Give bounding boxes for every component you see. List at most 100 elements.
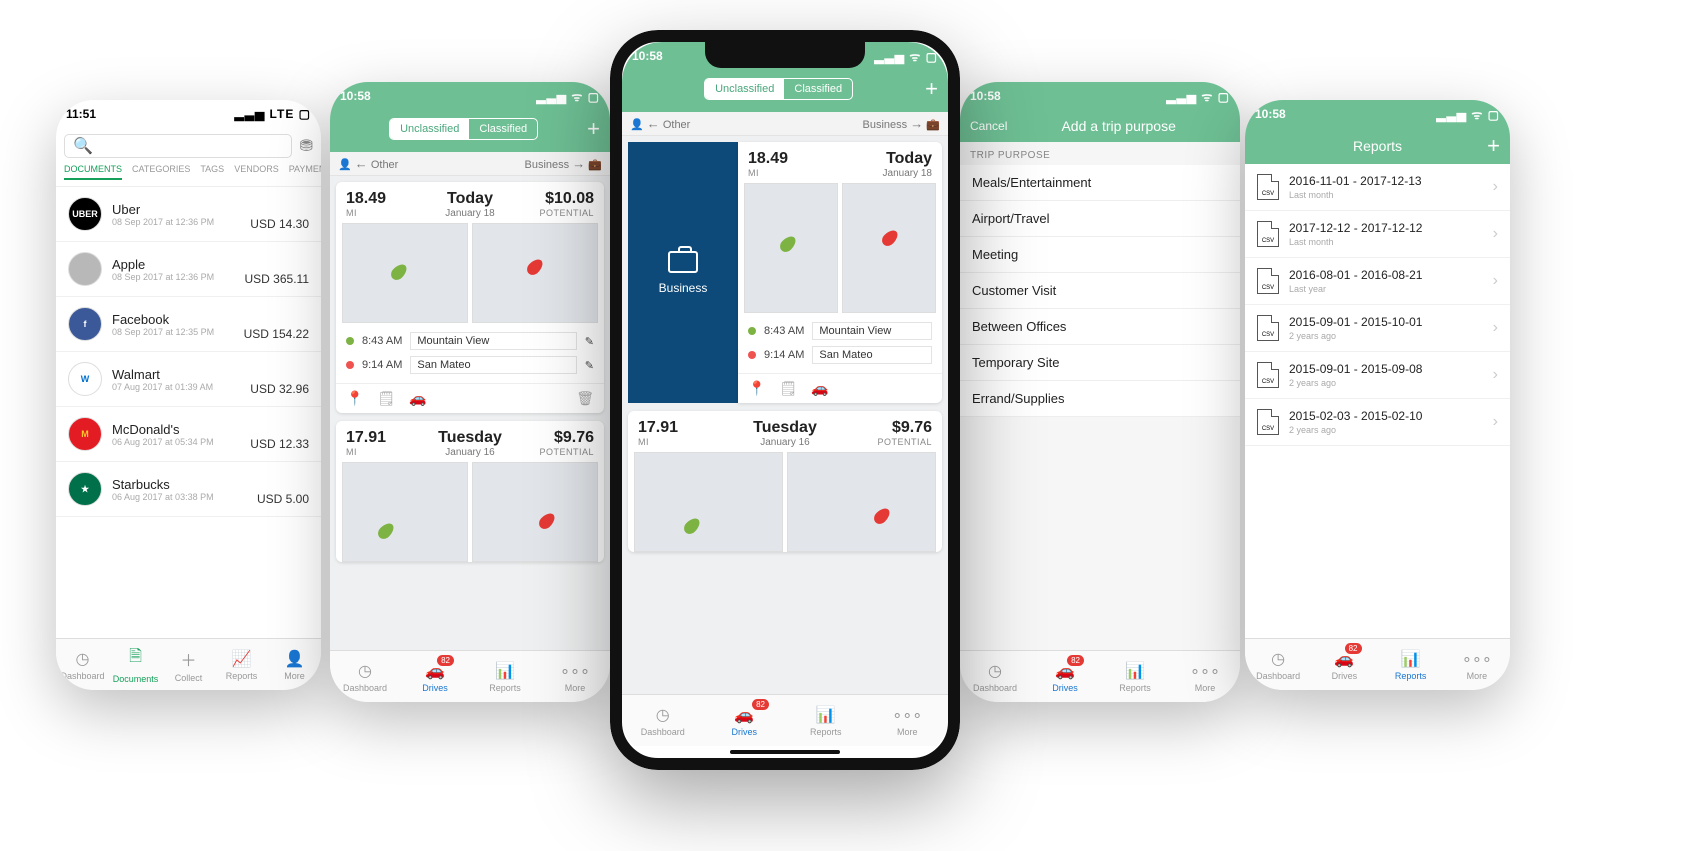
doctab-payments[interactable]: PAYMENTS <box>289 164 321 180</box>
note-icon[interactable]: 🗒 <box>377 390 395 407</box>
report-row[interactable]: CSV2017-12-12 - 2017-12-12Last month› <box>1245 211 1510 258</box>
swipe-reveal[interactable]: Business 18.49MI TodayJanuary 18 8:43 AM… <box>628 142 942 403</box>
tab-more[interactable]: ∘∘∘More <box>540 651 610 702</box>
status-icons: ▂▃▅ ᯤ ▢ <box>874 48 938 65</box>
trip-card[interactable]: 17.91MI TuesdayJanuary 16 $9.76POTENTIAL <box>628 411 942 552</box>
tab-documents[interactable]: 🗎Documents <box>109 639 162 690</box>
report-row[interactable]: CSV2015-09-01 - 2015-10-012 years ago› <box>1245 305 1510 352</box>
home-indicator[interactable] <box>730 750 840 754</box>
pin-icon[interactable]: 📍 <box>748 380 765 397</box>
tab-drives[interactable]: 🚗82Drives <box>400 651 470 702</box>
report-title: 2016-08-01 - 2016-08-21 <box>1289 268 1483 282</box>
trip-card[interactable]: 17.91MI TuesdayJanuary 16 $9.76POTENTIAL <box>336 421 604 562</box>
car-icon[interactable]: 🚗 <box>811 380 828 397</box>
document-row[interactable]: WWalmart07 Aug 2017 at 01:39 AMUSD 32.96 <box>56 352 321 407</box>
tab-reports[interactable]: 📊Reports <box>470 651 540 702</box>
seg-classified[interactable]: Classified <box>469 119 537 139</box>
tab-more[interactable]: ∘∘∘More <box>867 695 949 746</box>
chevron-right-icon: › <box>1493 319 1498 337</box>
purpose-list: Meals/EntertainmentAirport/TravelMeeting… <box>960 165 1240 417</box>
page-title: Reports <box>1353 138 1402 154</box>
report-row[interactable]: CSV2015-02-03 - 2015-02-102 years ago› <box>1245 399 1510 446</box>
doctab-categories[interactable]: CATEGORIES <box>132 164 190 180</box>
business-button[interactable]: Business → 💼 <box>525 156 602 171</box>
tab-dashboard[interactable]: ◷Dashboard <box>622 695 704 746</box>
report-title: 2015-09-01 - 2015-10-01 <box>1289 315 1483 329</box>
cancel-button[interactable]: Cancel <box>970 119 1007 133</box>
document-row[interactable]: ★Starbucks06 Aug 2017 at 03:38 PMUSD 5.0… <box>56 462 321 517</box>
end-location[interactable]: San Mateo <box>410 356 576 374</box>
vendor-avatar <box>68 252 102 286</box>
purpose-row[interactable]: Airport/Travel <box>960 201 1240 237</box>
tab-dashboard[interactable]: ◷Dashboard <box>1245 639 1311 690</box>
doc-datetime: 08 Sep 2017 at 12:35 PM <box>112 327 234 337</box>
purpose-row[interactable]: Meals/Entertainment <box>960 165 1240 201</box>
add-button[interactable]: + <box>587 116 600 142</box>
doc-amount: USD 5.00 <box>257 492 309 506</box>
tab-reports[interactable]: 📈Reports <box>215 639 268 690</box>
tab-reports[interactable]: 📊Reports <box>1378 639 1444 690</box>
seg-unclassified[interactable]: Unclassified <box>390 119 469 139</box>
report-title: 2017-12-12 - 2017-12-12 <box>1289 221 1483 235</box>
tab-drives[interactable]: 🚗82Drives <box>1311 639 1377 690</box>
business-button[interactable]: Business → 💼 <box>863 116 940 131</box>
start-location[interactable]: Mountain View <box>410 332 576 350</box>
chevron-right-icon: › <box>1493 413 1498 431</box>
other-button[interactable]: 👤 ← Other <box>630 116 690 131</box>
trip-card[interactable]: 18.49MI TodayJanuary 18 $10.08POTENTIAL … <box>336 182 604 413</box>
report-sub: 2 years ago <box>1289 331 1483 341</box>
tab-dashboard[interactable]: ◷Dashboard <box>960 651 1030 702</box>
doctab-tags[interactable]: TAGS <box>200 164 224 180</box>
car-icon[interactable]: 🚗 <box>409 390 426 407</box>
add-button[interactable]: + <box>925 76 938 102</box>
tab-dashboard[interactable]: ◷Dashboard <box>56 639 109 690</box>
doctab-vendors[interactable]: VENDORS <box>234 164 279 180</box>
phone-reports: 10:58 ▂▃▅ ᯤ ▢ Reports + CSV2016-11-01 - … <box>1245 100 1510 690</box>
tab-drives[interactable]: 🚗82Drives <box>1030 651 1100 702</box>
purpose-row[interactable]: Between Offices <box>960 309 1240 345</box>
search-input[interactable]: 🔍 <box>64 134 292 158</box>
seg-unclassified[interactable]: Unclassified <box>705 79 784 99</box>
purpose-row[interactable]: Errand/Supplies <box>960 381 1240 417</box>
tab-more[interactable]: 👤More <box>268 639 321 690</box>
purpose-row[interactable]: Customer Visit <box>960 273 1240 309</box>
tab-dashboard[interactable]: ◷Dashboard <box>330 651 400 702</box>
pin-icon[interactable]: 📍 <box>346 390 363 407</box>
add-report-button[interactable]: + <box>1487 133 1500 159</box>
report-row[interactable]: CSV2016-11-01 - 2017-12-13Last month› <box>1245 164 1510 211</box>
classify-business[interactable]: Business <box>628 142 738 403</box>
document-row[interactable]: Apple08 Sep 2017 at 12:36 PMUSD 365.11 <box>56 242 321 297</box>
status-bar: 11:51 ▂▃▅ LTE ▢ <box>56 100 321 128</box>
purpose-row[interactable]: Meeting <box>960 237 1240 273</box>
document-row[interactable]: fFacebook08 Sep 2017 at 12:35 PMUSD 154.… <box>56 297 321 352</box>
tab-drives[interactable]: 🚗82Drives <box>704 695 786 746</box>
csv-icon: CSV <box>1257 409 1279 435</box>
tab-more[interactable]: ∘∘∘More <box>1170 651 1240 702</box>
csv-icon: CSV <box>1257 174 1279 200</box>
status-time: 10:58 <box>340 89 371 103</box>
segmented-control[interactable]: Unclassified Classified <box>389 118 538 140</box>
report-row[interactable]: CSV2016-08-01 - 2016-08-21Last year› <box>1245 258 1510 305</box>
report-row[interactable]: CSV2015-09-01 - 2015-09-082 years ago› <box>1245 352 1510 399</box>
doctab-documents[interactable]: DOCUMENTS <box>64 164 122 180</box>
delete-icon[interactable]: 🗑 <box>576 390 594 407</box>
phone-trip-purpose: 10:58 ▂▃▅ ᯤ ▢ Cancel Add a trip purpose … <box>960 82 1240 702</box>
edit-icon[interactable]: ✎ <box>585 335 594 348</box>
tab-collect[interactable]: ＋Collect <box>162 639 215 690</box>
tab-reports[interactable]: 📊Reports <box>785 695 867 746</box>
document-row[interactable]: UBERUber08 Sep 2017 at 12:36 PMUSD 14.30 <box>56 187 321 242</box>
segmented-control[interactable]: Unclassified Classified <box>704 78 853 100</box>
vendor-name: Walmart <box>112 367 240 382</box>
document-row[interactable]: MMcDonald's06 Aug 2017 at 05:34 PMUSD 12… <box>56 407 321 462</box>
filter-icon[interactable]: ⛃ <box>300 136 313 156</box>
tab-more[interactable]: ∘∘∘More <box>1444 639 1510 690</box>
purpose-row[interactable]: Temporary Site <box>960 345 1240 381</box>
seg-classified[interactable]: Classified <box>784 79 852 99</box>
edit-icon[interactable]: ✎ <box>585 359 594 372</box>
vendor-name: McDonald's <box>112 422 240 437</box>
phone-documents: 11:51 ▂▃▅ LTE ▢ 🔍 ⛃ DOCUMENTS CATEGORIES… <box>56 100 321 690</box>
other-button[interactable]: 👤 ← Other <box>338 156 398 171</box>
tab-reports[interactable]: 📊Reports <box>1100 651 1170 702</box>
vendor-name: Apple <box>112 257 235 272</box>
note-icon[interactable]: 🗒 <box>779 380 797 397</box>
